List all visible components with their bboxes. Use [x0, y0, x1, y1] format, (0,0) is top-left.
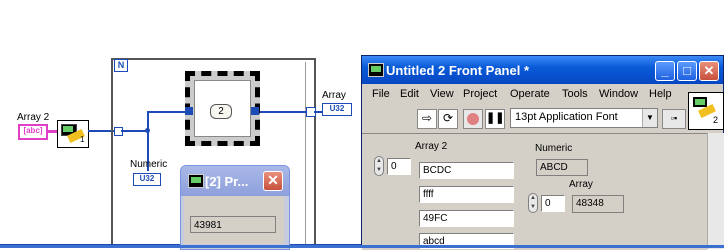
menu-tools[interactable]: Tools — [562, 88, 588, 100]
menu-operate[interactable]: Operate — [510, 88, 550, 100]
array-wire — [314, 111, 322, 113]
wire-junction — [145, 128, 150, 133]
probe-value-field: 43981 — [190, 216, 276, 233]
chevron-down-icon[interactable]: ▼ — [642, 109, 657, 127]
loop-wire-to-case — [149, 111, 189, 113]
close-button[interactable]: ✕ — [699, 61, 719, 81]
array2-label: Array 2 — [17, 112, 50, 123]
menu-help[interactable]: Help — [649, 88, 672, 100]
numeric-label: Numeric — [130, 159, 168, 170]
case-selector[interactable]: 2 — [210, 104, 232, 119]
labview-app-icon — [368, 63, 384, 77]
menu-edit[interactable]: Edit — [400, 88, 419, 100]
numeric-indicator-label: Numeric — [535, 143, 573, 154]
front-panel-titlebar[interactable]: Untitled 2 Front Panel * _ □ ✕ — [362, 56, 723, 84]
font-select-value: 13pt Application Font — [515, 111, 618, 123]
array-terminal[interactable]: U32 — [322, 103, 352, 116]
array2-index-field[interactable]: 0 — [387, 158, 411, 175]
menu-file[interactable]: File — [372, 88, 390, 100]
subvi-index: 1 — [80, 135, 85, 144]
front-panel-title: Untitled 2 Front Panel * — [386, 63, 530, 78]
close-icon[interactable]: ✕ — [263, 171, 283, 191]
connector-index: 2 — [713, 115, 719, 125]
case-output-wire — [258, 111, 308, 113]
vertical-scrollbar[interactable] — [707, 133, 724, 249]
array2-terminal[interactable]: [abc] — [18, 124, 48, 140]
minimize-button[interactable]: _ — [655, 61, 675, 81]
menu-window[interactable]: Window — [599, 88, 638, 100]
array-indicator-label: Array — [569, 179, 593, 190]
pause-icon[interactable]: ❚❚ — [485, 109, 505, 129]
vi-connector-icon[interactable]: 2 — [688, 92, 724, 130]
array2-index-spinner[interactable]: ▲ ▼ — [374, 156, 384, 176]
probe-title: [2] Pr... — [205, 174, 249, 189]
menu-project[interactable]: Project — [463, 88, 497, 100]
array2-item-2[interactable]: 49FC — [419, 210, 514, 227]
array2-item-1[interactable]: ffff — [419, 186, 514, 203]
run-arrow-icon[interactable]: ⇨ — [417, 109, 437, 129]
array-indicator-value: 48348 — [572, 195, 624, 213]
menu-view[interactable]: View — [430, 88, 454, 100]
array2-index[interactable]: ▲ ▼ 0 — [374, 156, 411, 176]
case-tunnel-left — [185, 107, 193, 115]
for-loop-shadow — [305, 62, 316, 248]
probe-window[interactable]: [2] Pr... ✕ 43981 — [180, 165, 290, 250]
align-icon[interactable]: ▫▪ — [662, 109, 686, 129]
front-panel-window[interactable]: Untitled 2 Front Panel * _ □ ✕ File Edit… — [361, 55, 724, 250]
array2-item-0[interactable]: BCDC — [419, 162, 514, 179]
array-index[interactable]: ▲ ▼ 0 — [528, 193, 565, 213]
loop-count-terminal[interactable]: N — [114, 59, 128, 72]
array-index-field[interactable]: 0 — [541, 195, 565, 212]
maximize-button[interactable]: □ — [677, 61, 697, 81]
font-select[interactable]: 13pt Application Font ▼ — [510, 108, 658, 128]
probe-titlebar[interactable]: [2] Pr... ✕ — [181, 166, 289, 196]
array-label: Array — [322, 90, 346, 101]
subvi-icon[interactable]: 1 — [57, 120, 89, 148]
probe-body: 43981 — [184, 196, 284, 244]
probe-app-icon — [188, 174, 204, 188]
numeric-indicator: ABCD — [536, 159, 588, 176]
run-continuously-icon[interactable]: ⟳ — [438, 109, 458, 129]
array2-control-label: Array 2 — [415, 141, 448, 152]
abort-icon[interactable] — [463, 109, 483, 129]
array-index-spinner[interactable]: ▲ ▼ — [528, 193, 538, 213]
case-tunnel-right — [251, 107, 259, 115]
numeric-terminal[interactable]: U32 — [133, 173, 161, 186]
